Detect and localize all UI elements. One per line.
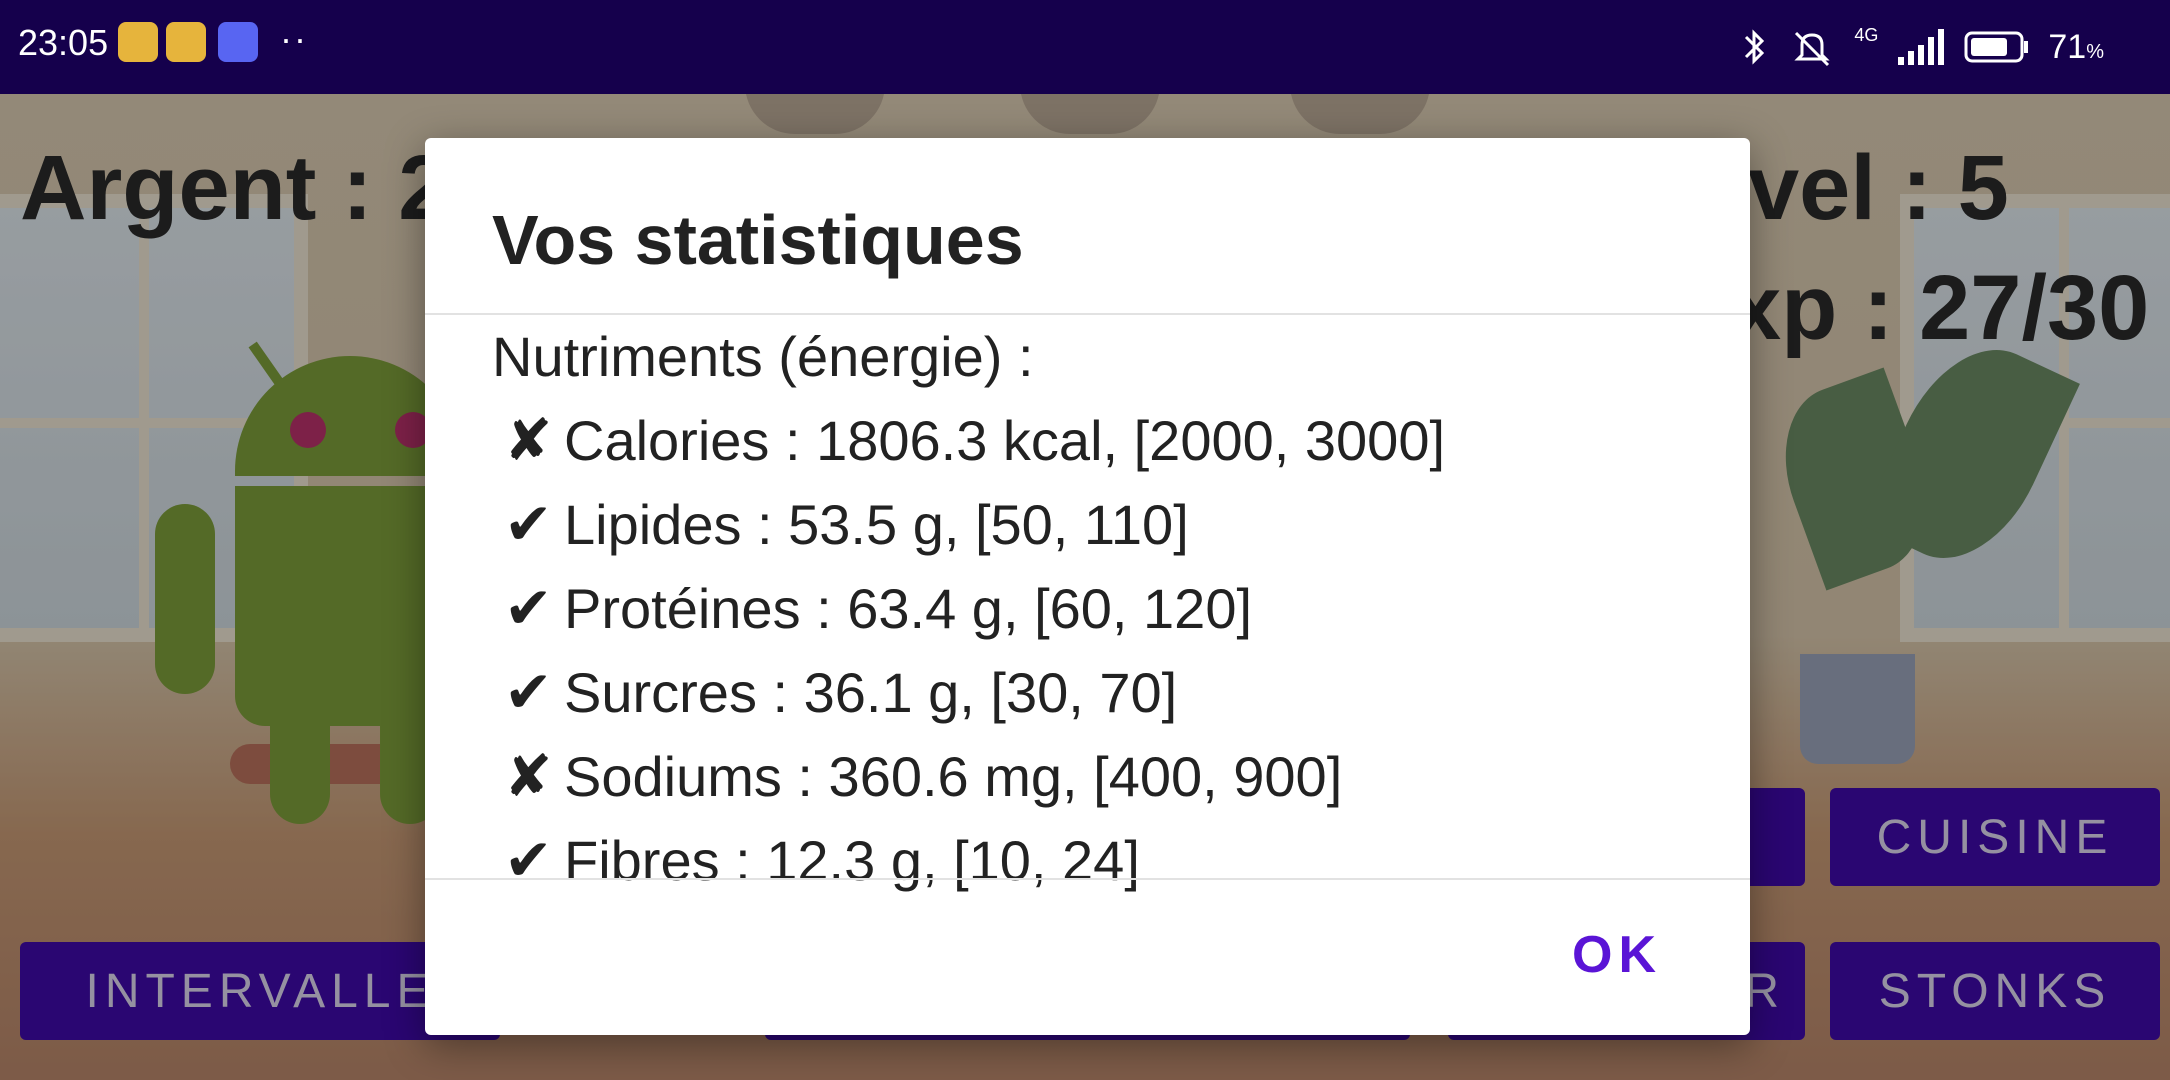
check-icon: ✔ [504,660,553,725]
fail-icon: ✘ [504,744,553,809]
stat-text: Fibres : 12.3 g, [10, 24] [564,829,1140,892]
battery-icon [1964,31,2029,63]
clock: 23:05 [18,22,109,63]
check-icon: ✔ [504,828,553,893]
status-bar: 23:05 ·· 4G 71% [0,0,2170,94]
stat-fibres: ✔ Fibres : 12.3 g, [10, 24] [504,819,1140,903]
signal-icon [1898,29,1945,65]
stat-text: Surcres : 36.1 g, [30, 70] [564,661,1178,724]
stat-lipides: ✔ Lipides : 53.5 g, [50, 110] [504,483,1189,567]
fail-icon: ✘ [504,408,553,473]
notification-discord-icon [218,22,258,62]
network-type: 4G [1854,24,1879,45]
bluetooth-icon [1745,29,1765,65]
stat-text: Protéines : 63.4 g, [60, 120] [564,577,1253,640]
dialog-content[interactable]: Nutriments (énergie) : ✘ Calories : 1806.… [492,315,1692,1015]
stat-surcres: ✔ Surcres : 36.1 g, [30, 70] [504,651,1177,735]
ok-button[interactable]: OK [1562,915,1672,995]
divider [425,878,1750,880]
status-icons: 4G 71% [1740,22,2104,72]
stat-text: Lipides : 53.5 g, [50, 110] [564,493,1189,556]
silent-icon [1794,31,1830,67]
stat-sodiums: ✘ Sodiums : 360.6 mg, [400, 900] [504,735,1342,819]
check-icon: ✔ [504,492,553,557]
stat-calories: ✘ Calories : 1806.3 kcal, [2000, 3000] [504,399,1445,483]
more-notifications-icon: ·· [280,18,308,59]
nutrients-heading: Nutriments (énergie) : [492,325,1034,388]
dialog-title: Vos statistiques [492,201,1024,279]
stat-text: Sodiums : 360.6 mg, [400, 900] [564,745,1343,808]
check-icon: ✔ [504,576,553,641]
stat-text: Calories : 1806.3 kcal, [2000, 3000] [564,409,1446,472]
battery-percent: 71% [2048,27,2104,66]
statistics-dialog: Vos statistiques Nutriments (énergie) : … [425,138,1750,1035]
stat-proteines: ✔ Protéines : 63.4 g, [60, 120] [504,567,1252,651]
notification-clash-icon [166,22,206,62]
notification-clash-icon [118,22,158,62]
